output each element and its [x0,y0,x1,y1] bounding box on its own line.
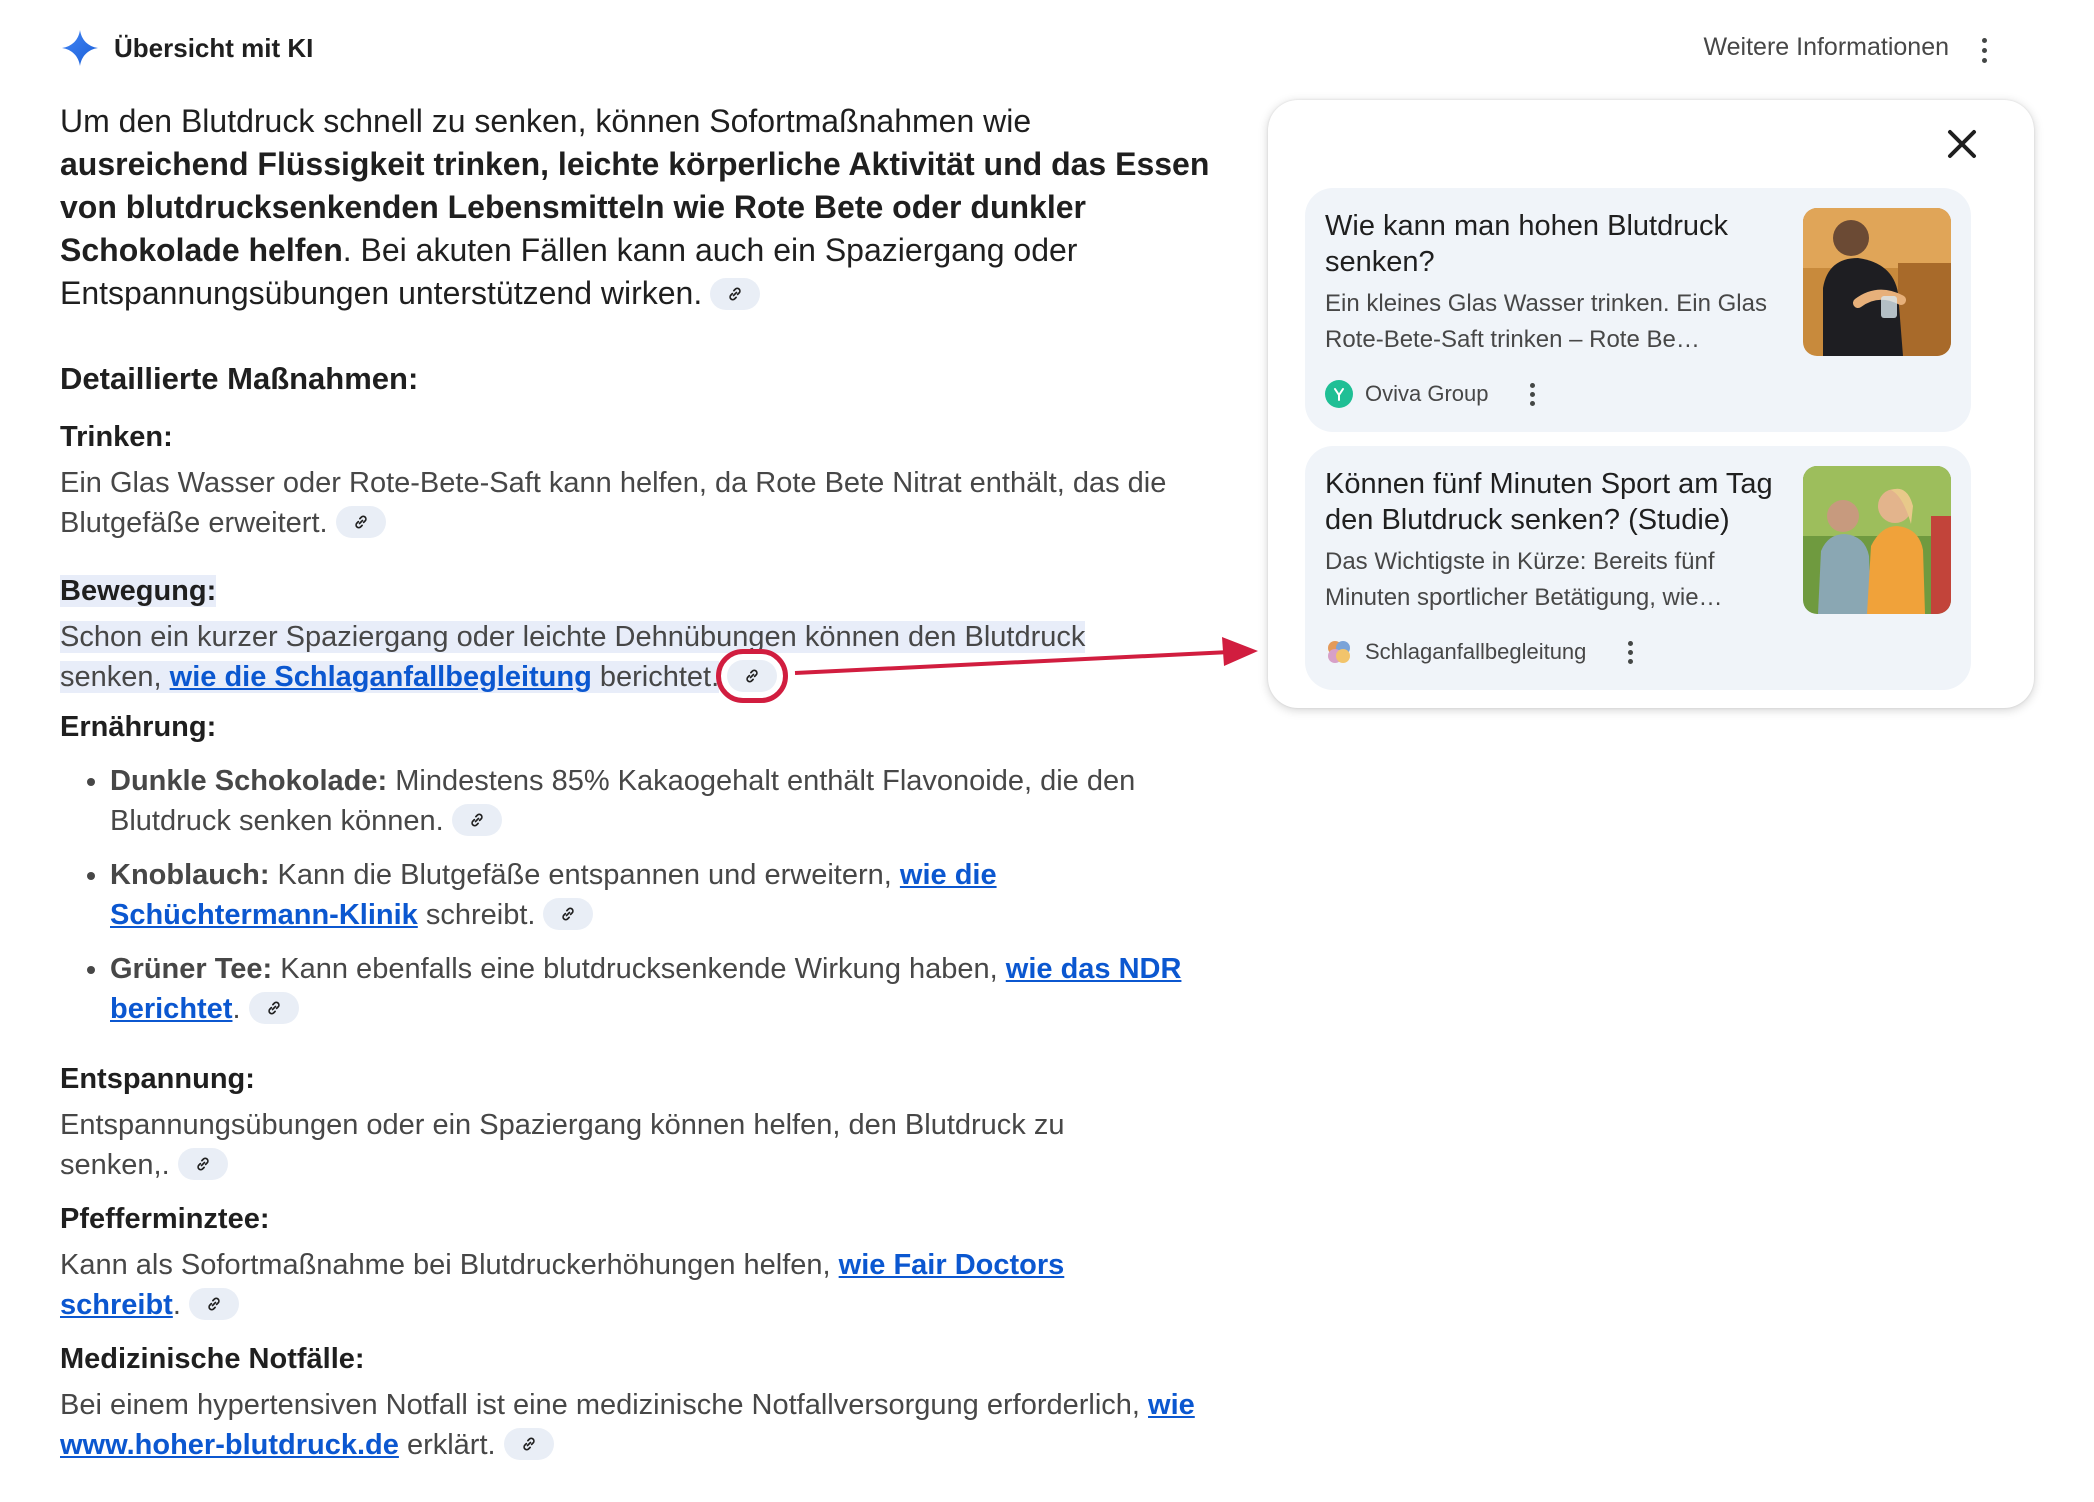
source-thumbnail [1803,466,1951,614]
item-text: Kann ebenfalls eine blutdrucksenkende Wi… [272,953,1006,985]
section-text: Bei einem hypertensiven Notfall ist eine… [60,1385,1210,1465]
source-link-chip[interactable] [335,506,386,539]
source-link-chip[interactable] [188,1288,239,1321]
ai-overview-header: Übersicht mit KI [60,28,313,68]
schlaganfallbegleitung-favicon-icon [1325,638,1353,666]
source-options-icon[interactable] [1521,379,1545,409]
section-ernaehrung: Ernährung: Dunkle Schokolade: Mindestens… [60,707,1210,1029]
section-title: Ernährung: [60,711,217,743]
section-text: Kann als Sofortmaßnahme bei Blutdruckerh… [60,1245,1140,1325]
section-text-body: Bei einem hypertensiven Notfall ist eine… [60,1389,1149,1421]
list-item: Knoblauch: Kann die Blutgefäße entspanne… [110,855,1210,935]
source-link-chip[interactable] [503,1428,554,1461]
item-text-end: schreibt. [417,899,536,931]
source-card-schlaganfallbegleitung[interactable]: Können fünf Minuten Sport am Tag den Blu… [1305,446,1971,690]
link-icon [746,669,758,683]
section-text: Schon ein kurzer Spaziergang oder leicht… [60,617,1140,704]
intro-paragraph: Um den Blutdruck schnell zu senken, könn… [60,100,1210,315]
source-card-snippet: Das Wichtigste in Kürze: Bereits fünf Mi… [1325,548,1723,611]
overview-content: Um den Blutdruck schnell zu senken, könn… [60,100,1210,1465]
source-card-oviva[interactable]: Wie kann man hohen Blutdruck senken? Ein… [1305,188,1971,432]
source-link-chip[interactable] [710,277,761,310]
link-icon [471,813,483,827]
section-text-body: Ein Glas Wasser oder Rote-Bete-Saft kann… [60,467,1167,539]
link-icon [267,1001,280,1015]
section-title: Medizinische Notfälle: [60,1343,365,1375]
section-text-end: berichtet. [591,661,720,693]
oviva-favicon-icon [1325,380,1353,408]
list-item: Dunkle Schokolade: Mindestens 85% Kakaog… [110,761,1210,841]
intro-text: Um den Blutdruck schnell zu senken, könn… [60,103,1032,139]
link-icon [196,1157,209,1171]
source-link-chip[interactable] [451,804,502,837]
item-text-end: . [232,993,241,1025]
source-link-chip-selected[interactable] [716,649,789,704]
item-label: Knoblauch: [110,859,270,891]
link-icon [729,287,741,301]
nutrition-list: Dunkle Schokolade: Mindestens 85% Kakaog… [60,761,1210,1029]
detail-heading: Detaillierte Maßnahmen: [60,361,419,396]
list-item: Grüner Tee: Kann ebenfalls eine blutdruc… [110,949,1210,1029]
source-name: Schlaganfallbegleitung [1365,639,1587,664]
section-entspannung: Entspannung: Entspannungsübungen oder ei… [60,1059,1210,1185]
section-text-end: erklärt. [398,1429,496,1461]
source-link-chip[interactable] [248,992,299,1025]
section-bewegung: Bewegung: Schon ein kurzer Spaziergang o… [60,571,1210,704]
item-text: Kann die Blutgefäße entspannen und erwei… [269,859,900,891]
source-info: Schlaganfallbegleitung [1325,637,1642,667]
section-text-body: Kann als Sofortmaßnahme bei Blutdruckerh… [60,1249,839,1281]
item-label: Grüner Tee: [110,953,273,985]
link-icon [354,515,367,529]
item-label: Dunkle Schokolade: [110,765,388,797]
source-name: Oviva Group [1365,381,1489,406]
schlaganfallbegleitung-link[interactable]: wie die Schlaganfallbegleitung [170,661,592,693]
source-info: Oviva Group [1325,379,1545,409]
section-title: Entspannung: [60,1063,255,1095]
section-text: Entspannungsübungen oder ein Spaziergang… [60,1105,1140,1185]
ai-overview-title: Übersicht mit KI [114,32,314,63]
section-trinken: Trinken: Ein Glas Wasser oder Rote-Bete-… [60,417,1210,543]
section-title: Bewegung: [60,575,217,607]
section-text: Ein Glas Wasser oder Rote-Bete-Saft kann… [60,463,1210,543]
source-card-title: Wie kann man hohen Blutdruck senken? [1325,210,1728,278]
source-link-chip[interactable] [177,1148,228,1181]
more-options-icon[interactable] [1969,30,1999,70]
link-icon [208,1297,220,1311]
source-card-title: Können fünf Minuten Sport am Tag den Blu… [1325,468,1773,536]
section-text-end: . [172,1289,181,1321]
section-title: Pfefferminztee: [60,1203,270,1235]
highlighted-text: Schon ein kurzer Spaziergang oder leicht… [60,621,1086,693]
source-thumbnail [1803,208,1951,356]
section-notfaelle: Medizinische Notfälle: Bei einem hyperte… [60,1339,1210,1465]
section-title-wrap: Bewegung: [60,571,1210,611]
source-link-chip[interactable] [543,898,594,931]
link-icon [522,1437,535,1451]
section-pfefferminztee: Pfefferminztee: Kann als Sofortmaßnahme … [60,1199,1210,1325]
source-card-snippet: Ein kleines Glas Wasser trinken. Ein Gla… [1325,290,1767,353]
section-title: Trinken: [60,421,173,453]
source-options-icon[interactable] [1618,637,1642,667]
more-info-link[interactable]: Weitere Informationen [1704,33,1950,62]
sources-panel: Wie kann man hohen Blutdruck senken? Ein… [1268,100,2034,708]
gemini-sparkle-icon [62,30,98,66]
close-icon[interactable] [1940,122,1984,166]
link-icon [562,907,575,921]
